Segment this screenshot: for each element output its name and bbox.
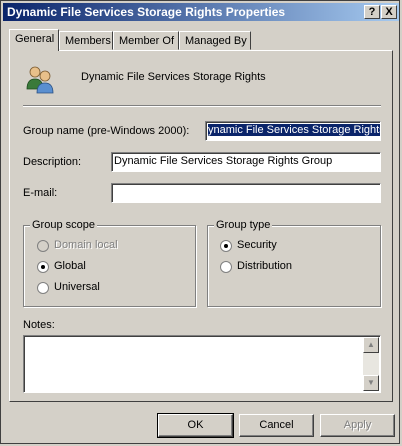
type-distribution-label[interactable]: Distribution — [237, 260, 292, 272]
group-name-value: ynamic File Services Storage Rights — [208, 124, 380, 136]
close-button[interactable]: X — [381, 5, 397, 19]
group-type-box: Group type — [207, 219, 381, 307]
group-scope-title: Group scope — [30, 219, 97, 231]
group-type-title: Group type — [214, 219, 273, 231]
scope-domain-local-radio — [37, 240, 49, 252]
apply-button[interactable]: Apply — [320, 414, 395, 437]
group-name-label: Group name (pre-Windows 2000): — [23, 125, 190, 137]
tab-member-of[interactable]: Member Of — [113, 31, 179, 50]
scroll-up-icon[interactable]: ▲ — [363, 337, 379, 353]
tab-managed-by[interactable]: Managed By — [179, 31, 251, 50]
notes-textarea[interactable]: ▲ ▼ — [23, 335, 381, 393]
properties-dialog: Dynamic File Services Storage Rights Pro… — [0, 0, 400, 444]
description-label: Description: — [23, 156, 82, 168]
type-security-label[interactable]: Security — [237, 239, 277, 251]
help-button[interactable]: ? — [364, 5, 380, 19]
cancel-button[interactable]: Cancel — [239, 414, 314, 437]
title-bar[interactable]: Dynamic File Services Storage Rights Pro… — [3, 3, 399, 21]
type-security-radio[interactable] — [220, 240, 232, 252]
type-distribution-radio[interactable] — [220, 261, 232, 273]
scope-domain-local-label: Domain local — [54, 239, 118, 251]
ok-button[interactable]: OK — [157, 413, 234, 438]
group-users-icon — [26, 66, 54, 94]
description-field[interactable]: Dynamic File Services Storage Rights Gro… — [111, 152, 381, 172]
scope-universal-label[interactable]: Universal — [54, 281, 100, 293]
scope-global-radio[interactable] — [37, 261, 49, 273]
tab-members[interactable]: Members — [59, 31, 113, 50]
email-field[interactable] — [111, 183, 381, 203]
tab-general[interactable]: General — [9, 29, 59, 51]
notes-scrollbar[interactable]: ▲ ▼ — [363, 337, 379, 391]
scroll-down-icon[interactable]: ▼ — [363, 375, 379, 391]
notes-label: Notes: — [23, 319, 55, 331]
group-name-field[interactable]: ynamic File Services Storage Rights — [205, 121, 381, 141]
scope-universal-radio[interactable] — [37, 282, 49, 294]
email-label: E-mail: — [23, 187, 58, 199]
window-title: Dynamic File Services Storage Rights Pro… — [7, 5, 286, 19]
header-separator — [23, 105, 381, 107]
group-display-name: Dynamic File Services Storage Rights — [81, 71, 266, 83]
scope-global-label[interactable]: Global — [54, 260, 86, 272]
